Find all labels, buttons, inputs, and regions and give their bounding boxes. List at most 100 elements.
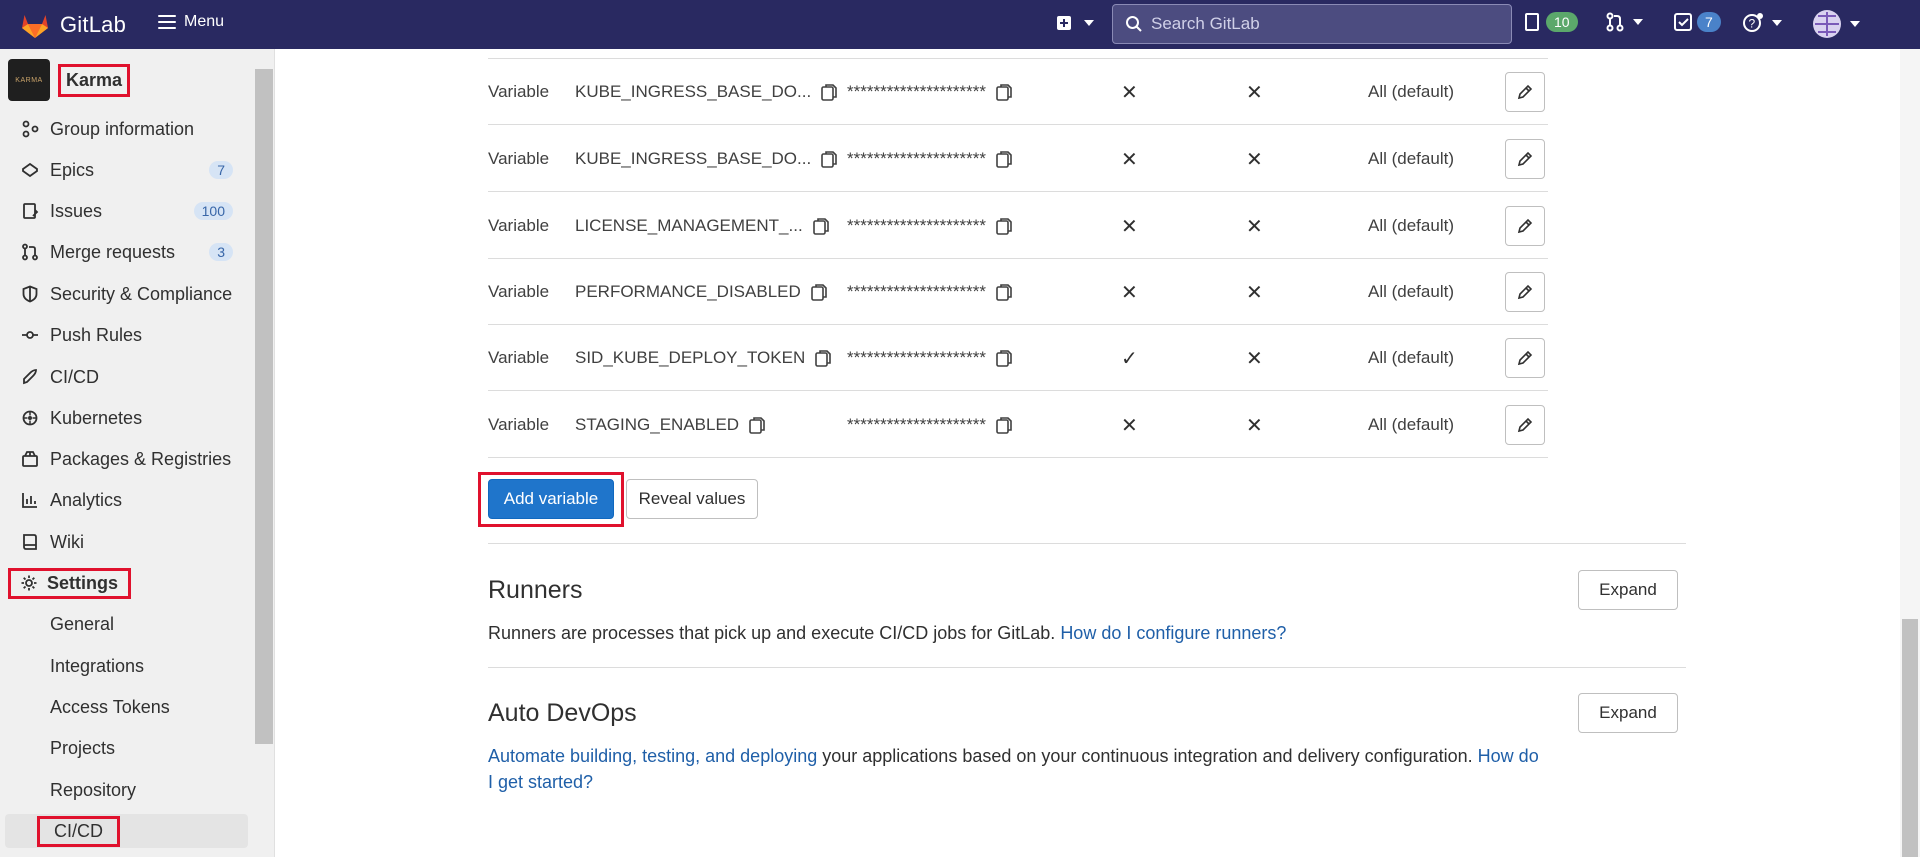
pencil-icon: [1517, 151, 1533, 167]
search-icon: [1126, 16, 1142, 32]
gitlab-brand[interactable]: GitLab: [60, 12, 126, 38]
sidebar-item-analytics[interactable]: Analytics: [0, 483, 250, 517]
environment-scope: All (default): [1368, 149, 1454, 168]
page-scrollbar[interactable]: [1900, 49, 1920, 857]
top-navbar: GitLab Menu 10 7 ?: [0, 0, 1920, 49]
edit-variable-button[interactable]: [1505, 72, 1545, 112]
copy-icon[interactable]: [996, 83, 1012, 101]
book-icon: [20, 532, 40, 552]
sidebar-item-issues[interactable]: Issues 100: [0, 194, 250, 228]
variable-key-text: KUBE_INGRESS_BASE_DO...: [575, 149, 812, 168]
gitlab-logo-icon[interactable]: [19, 9, 51, 41]
sidebar-item-settings[interactable]: Settings: [0, 566, 250, 600]
variable-key: STAGING_ENABLED: [575, 392, 765, 458]
copy-icon[interactable]: [812, 217, 829, 235]
sidebar-item-cicd[interactable]: CI/CD: [0, 360, 250, 394]
copy-icon[interactable]: [996, 283, 1012, 301]
edit-variable-button[interactable]: [1505, 139, 1545, 179]
protected-status: ✓: [1121, 347, 1138, 370]
sidebar-subitem-cicd[interactable]: CI/CD: [5, 814, 248, 848]
sidebar-subitem-label: Access Tokens: [50, 696, 170, 717]
edit-variable-button[interactable]: [1505, 338, 1545, 378]
sidebar-item-label: Analytics: [50, 489, 123, 510]
add-variable-button[interactable]: Add variable: [488, 479, 614, 519]
copy-icon[interactable]: [810, 283, 827, 301]
group-header[interactable]: KARMA Karma: [8, 59, 131, 101]
runners-expand-button[interactable]: Expand: [1578, 570, 1678, 610]
epic-icon: [20, 160, 40, 180]
todo-icon: [1674, 13, 1692, 31]
sidebar-item-label: CI/CD: [50, 366, 99, 387]
table-row: Variable SID_KUBE_DEPLOY_TOKEN *********…: [488, 325, 1548, 391]
copy-icon[interactable]: [815, 349, 832, 367]
search-input[interactable]: [1151, 14, 1491, 34]
runners-help-link[interactable]: How do I configure runners?: [1060, 623, 1286, 643]
chevron-down-icon: [1633, 19, 1643, 25]
user-menu-button[interactable]: [1812, 9, 1860, 39]
copy-icon[interactable]: [821, 83, 838, 101]
variable-value: *********************: [847, 126, 1012, 192]
sidebar-item-security-compliance[interactable]: Security & Compliance: [0, 277, 250, 311]
sidebar-scrollbar[interactable]: [255, 69, 273, 744]
protected-status: ✕: [1121, 281, 1138, 304]
sidebar-item-kubernetes[interactable]: Kubernetes: [0, 401, 250, 435]
masked-status: ✕: [1246, 414, 1263, 437]
variable-type: Variable: [488, 282, 550, 301]
search-bar[interactable]: [1112, 4, 1512, 44]
shield-icon: [20, 284, 40, 304]
sidebar-subitem-access-tokens[interactable]: Access Tokens: [0, 690, 250, 724]
new-dropdown-button[interactable]: [1056, 15, 1094, 31]
reveal-values-button[interactable]: Reveal values: [626, 479, 758, 519]
menu-button[interactable]: Menu: [158, 13, 224, 31]
scrollbar-thumb[interactable]: [1902, 619, 1918, 857]
edit-variable-button[interactable]: [1505, 405, 1545, 445]
auto-devops-link[interactable]: Automate building, testing, and deployin…: [488, 746, 817, 766]
sidebar-subitem-general[interactable]: General: [0, 607, 250, 641]
sidebar-item-label: Issues: [50, 200, 103, 221]
settings-highlight: Settings: [8, 567, 132, 599]
variable-key-text: KUBE_INGRESS_BASE_DO...: [575, 82, 812, 101]
sidebar-item-epics[interactable]: Epics 7: [0, 153, 250, 187]
issues-button[interactable]: 10: [1524, 12, 1578, 32]
auto-devops-expand-button[interactable]: Expand: [1578, 693, 1678, 733]
variable-key: LICENSE_MANAGEMENT_...: [575, 193, 829, 259]
table-row: Variable STAGING_ENABLED ***************…: [488, 392, 1548, 458]
sidebar-item-label: Wiki: [50, 531, 84, 552]
sidebar-item-label: Kubernetes: [50, 407, 143, 428]
sidebar-subitem-integrations[interactable]: Integrations: [0, 649, 250, 683]
chevron-down-icon: [1084, 20, 1094, 26]
sidebar-subitem-projects[interactable]: Projects: [0, 731, 250, 765]
environment-scope: All (default): [1368, 82, 1454, 101]
copy-icon[interactable]: [821, 150, 838, 168]
copy-icon[interactable]: [996, 217, 1012, 235]
sidebar-subitem-label: Repository: [50, 779, 137, 800]
table-row: Variable KUBE_INGRESS_BASE_DO... *******…: [488, 59, 1548, 125]
table-row: Variable LICENSE_MANAGEMENT_... ********…: [488, 193, 1548, 259]
protected-status: ✕: [1121, 414, 1138, 437]
group-name[interactable]: Karma: [58, 63, 131, 97]
sidebar-item-push-rules[interactable]: Push Rules: [0, 318, 250, 352]
help-button[interactable]: ?: [1742, 12, 1782, 34]
sidebar-subitem-repository[interactable]: Repository: [0, 773, 250, 807]
merge-requests-button[interactable]: [1605, 12, 1643, 32]
protected-status: ✕: [1121, 148, 1138, 171]
sidebar-item-label: Merge requests: [50, 241, 176, 262]
sidebar-item-label: Push Rules: [50, 324, 143, 345]
copy-icon[interactable]: [749, 416, 765, 434]
copy-icon[interactable]: [996, 416, 1012, 434]
edit-variable-button[interactable]: [1505, 206, 1545, 246]
copy-icon[interactable]: [996, 150, 1012, 168]
sidebar-item-packages-registries[interactable]: Packages & Registries: [0, 442, 250, 476]
todos-button[interactable]: 7: [1673, 12, 1721, 32]
sidebar-item-wiki[interactable]: Wiki: [0, 525, 250, 559]
variable-key: KUBE_INGRESS_BASE_DO...: [575, 59, 838, 125]
sidebar: KARMA Karma Group information Epics 7 Is…: [0, 49, 275, 857]
pencil-icon: [1517, 218, 1533, 234]
variable-value-text: *********************: [847, 82, 986, 101]
sidebar-item-group-information[interactable]: Group information: [0, 112, 250, 146]
sidebar-item-merge-requests[interactable]: Merge requests 3: [0, 235, 250, 269]
sidebar-item-label: Settings: [47, 572, 119, 593]
variable-key-text: LICENSE_MANAGEMENT_...: [575, 216, 803, 235]
edit-variable-button[interactable]: [1505, 272, 1545, 312]
copy-icon[interactable]: [996, 349, 1012, 367]
